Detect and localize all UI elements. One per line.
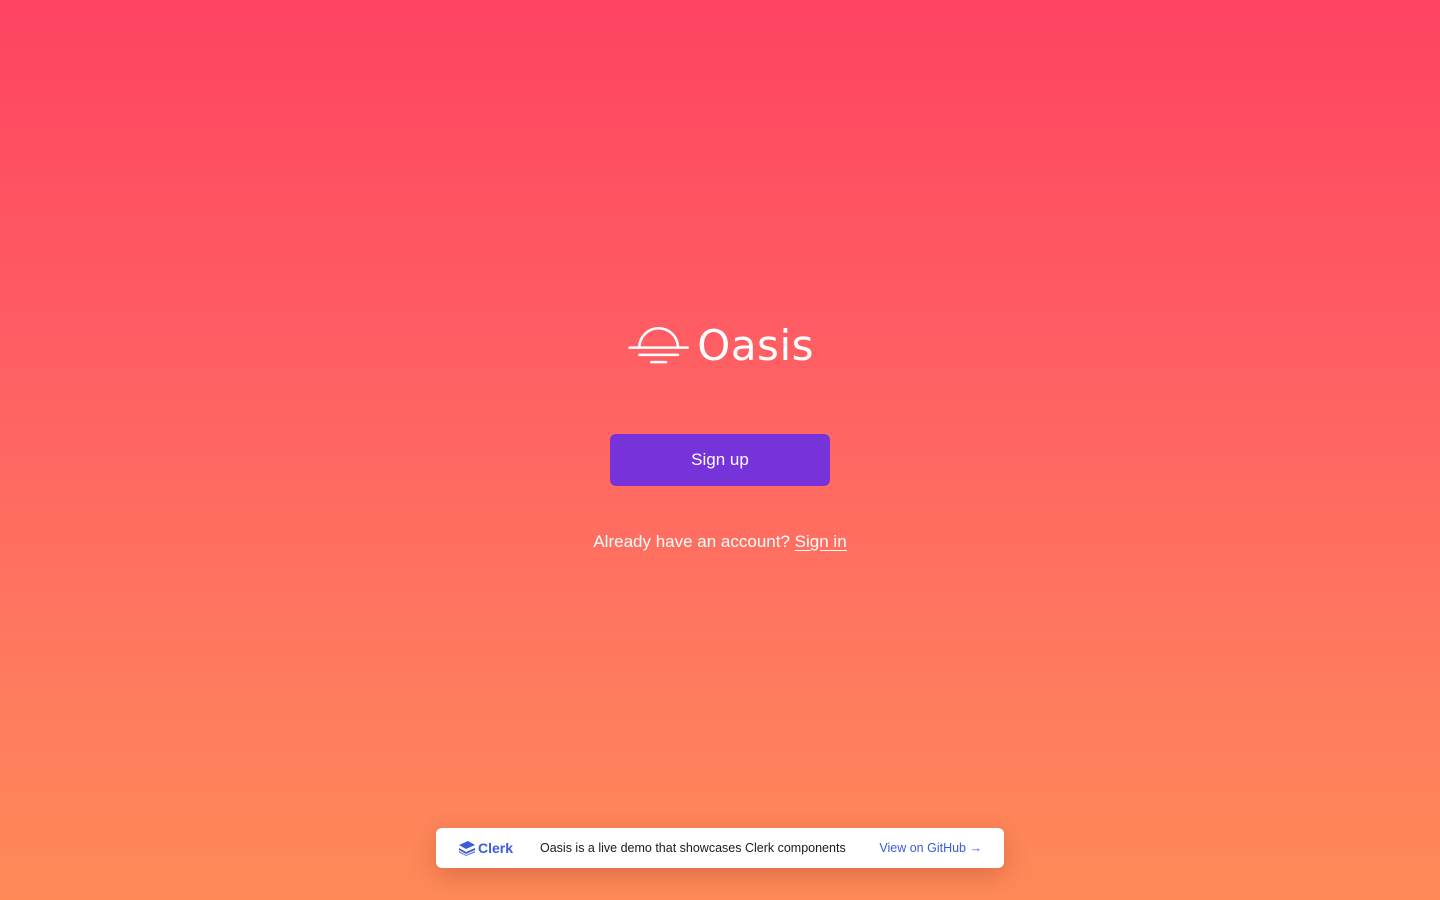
clerk-logo[interactable]: Clerk	[458, 840, 516, 856]
sunset-icon	[628, 327, 689, 364]
sign-in-link[interactable]: Sign in	[795, 532, 847, 551]
clerk-brand-name: Clerk	[478, 840, 514, 856]
clerk-logo-icon	[459, 841, 475, 856]
sign-up-button[interactable]: Sign up	[610, 434, 830, 486]
oasis-logo: Oasis	[628, 318, 814, 374]
demo-banner: Clerk Oasis is a live demo that showcase…	[436, 828, 1004, 868]
view-on-github-link[interactable]: View on GitHub →	[879, 841, 982, 855]
sign-in-prompt-line: Already have an account? Sign in	[0, 532, 1440, 552]
app-name: Oasis	[697, 321, 814, 370]
sign-in-prompt: Already have an account?	[593, 532, 790, 551]
banner-message: Oasis is a live demo that showcases Cler…	[540, 841, 846, 855]
